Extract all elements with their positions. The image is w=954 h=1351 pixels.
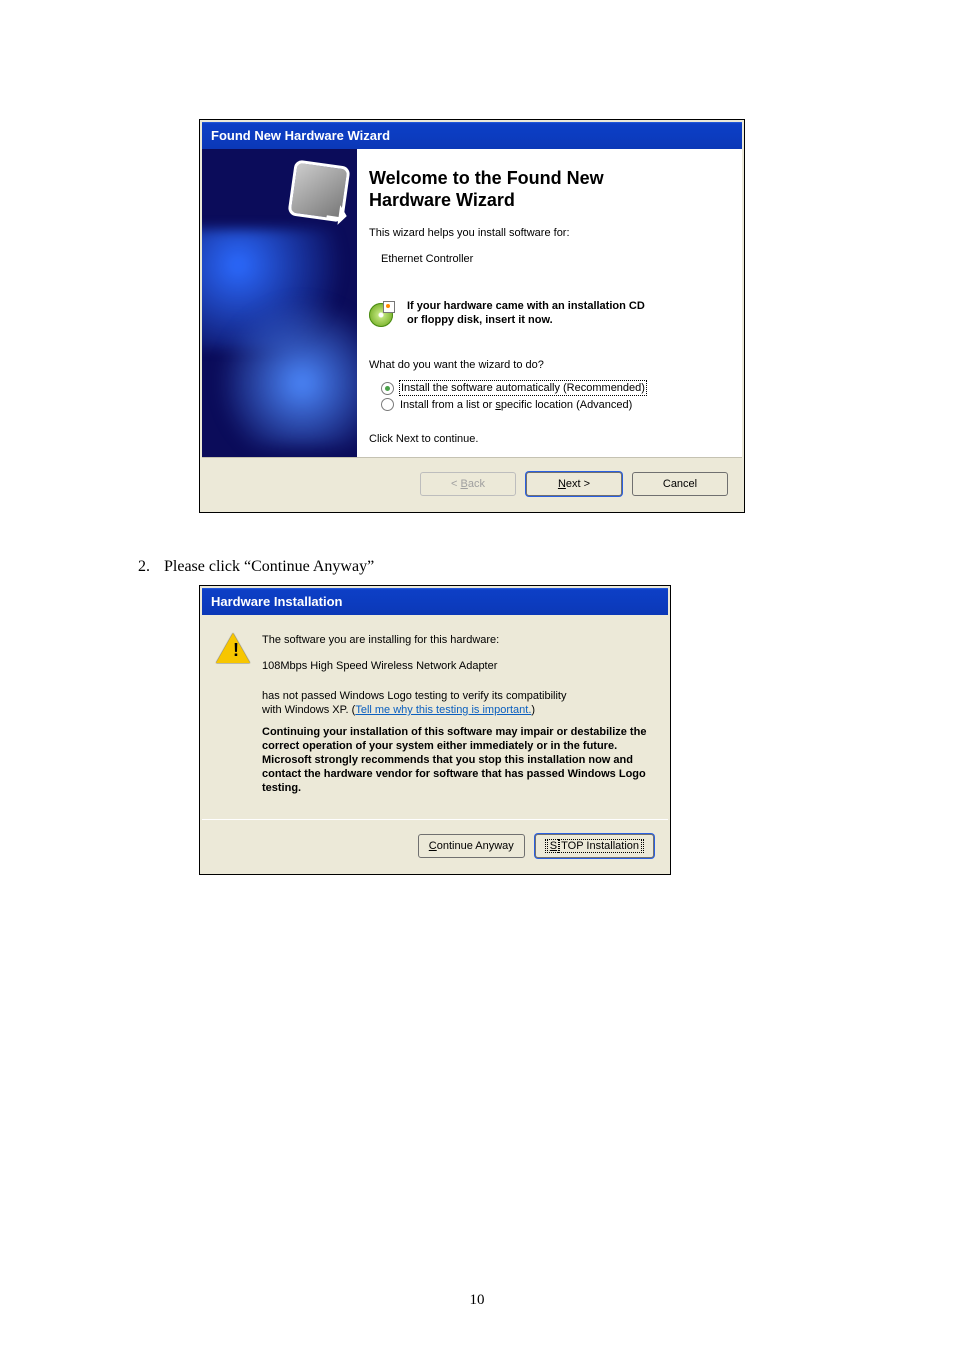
continue-anyway-button[interactable]: Continue Anyway: [418, 834, 525, 858]
back-button: < Back: [420, 472, 516, 496]
dialog1-title: Found New Hardware Wizard: [211, 128, 390, 143]
d2-warning-bold: Continuing your installation of this sof…: [262, 725, 650, 795]
wizard-heading: Welcome to the Found New Hardware Wizard: [369, 167, 730, 211]
cd-hint-row: If your hardware came with an installati…: [369, 299, 730, 327]
dialog2-button-row: Continue Anyway STOP Installation: [202, 819, 668, 872]
d2-line1: The software you are installing for this…: [262, 633, 650, 647]
wizard-footer-text: Click Next to continue.: [369, 433, 730, 445]
wizard-sidebar-graphic: [202, 149, 357, 457]
dialog1-titlebar: Found New Hardware Wizard: [202, 122, 742, 149]
wizard-question: What do you want the wizard to do?: [369, 359, 730, 371]
cd-icon: [369, 299, 397, 327]
radio-label-advanced: Install from a list or specific location…: [400, 399, 632, 411]
radio-option-automatic[interactable]: Install the software automatically (Reco…: [381, 381, 730, 395]
radio-selected-icon: [381, 382, 394, 395]
wizard-subtext: This wizard helps you install software f…: [369, 227, 730, 239]
warning-icon: [216, 633, 250, 663]
logo-testing-link[interactable]: Tell me why this testing is important.: [355, 704, 531, 716]
found-new-hardware-wizard-dialog: Found New Hardware Wizard Welcome to the…: [200, 120, 744, 512]
d2-logo-text: has not passed Windows Logo testing to v…: [262, 689, 650, 717]
instruction-step: 2. Please click “Continue Anyway”: [138, 558, 844, 576]
page-number: 10: [0, 1292, 954, 1309]
radio-label-automatic: Install the software automatically (Reco…: [400, 381, 646, 395]
instruction-text: Please click “Continue Anyway”: [164, 558, 374, 575]
dialog2-title: Hardware Installation: [211, 594, 342, 609]
dialog2-titlebar: Hardware Installation: [202, 588, 668, 615]
cancel-button[interactable]: Cancel: [632, 472, 728, 496]
radio-unselected-icon: [381, 398, 394, 411]
next-button[interactable]: Next >: [526, 472, 622, 496]
dialog1-button-row: < Back Next > Cancel: [202, 457, 742, 510]
stop-installation-button[interactable]: STOP Installation: [535, 834, 654, 858]
hardware-installation-dialog: Hardware Installation The software you a…: [200, 586, 670, 874]
d2-device: 108Mbps High Speed Wireless Network Adap…: [262, 659, 650, 673]
radio-option-advanced[interactable]: Install from a list or specific location…: [381, 398, 730, 411]
device-name: Ethernet Controller: [381, 253, 730, 265]
instruction-number: 2.: [138, 558, 160, 576]
